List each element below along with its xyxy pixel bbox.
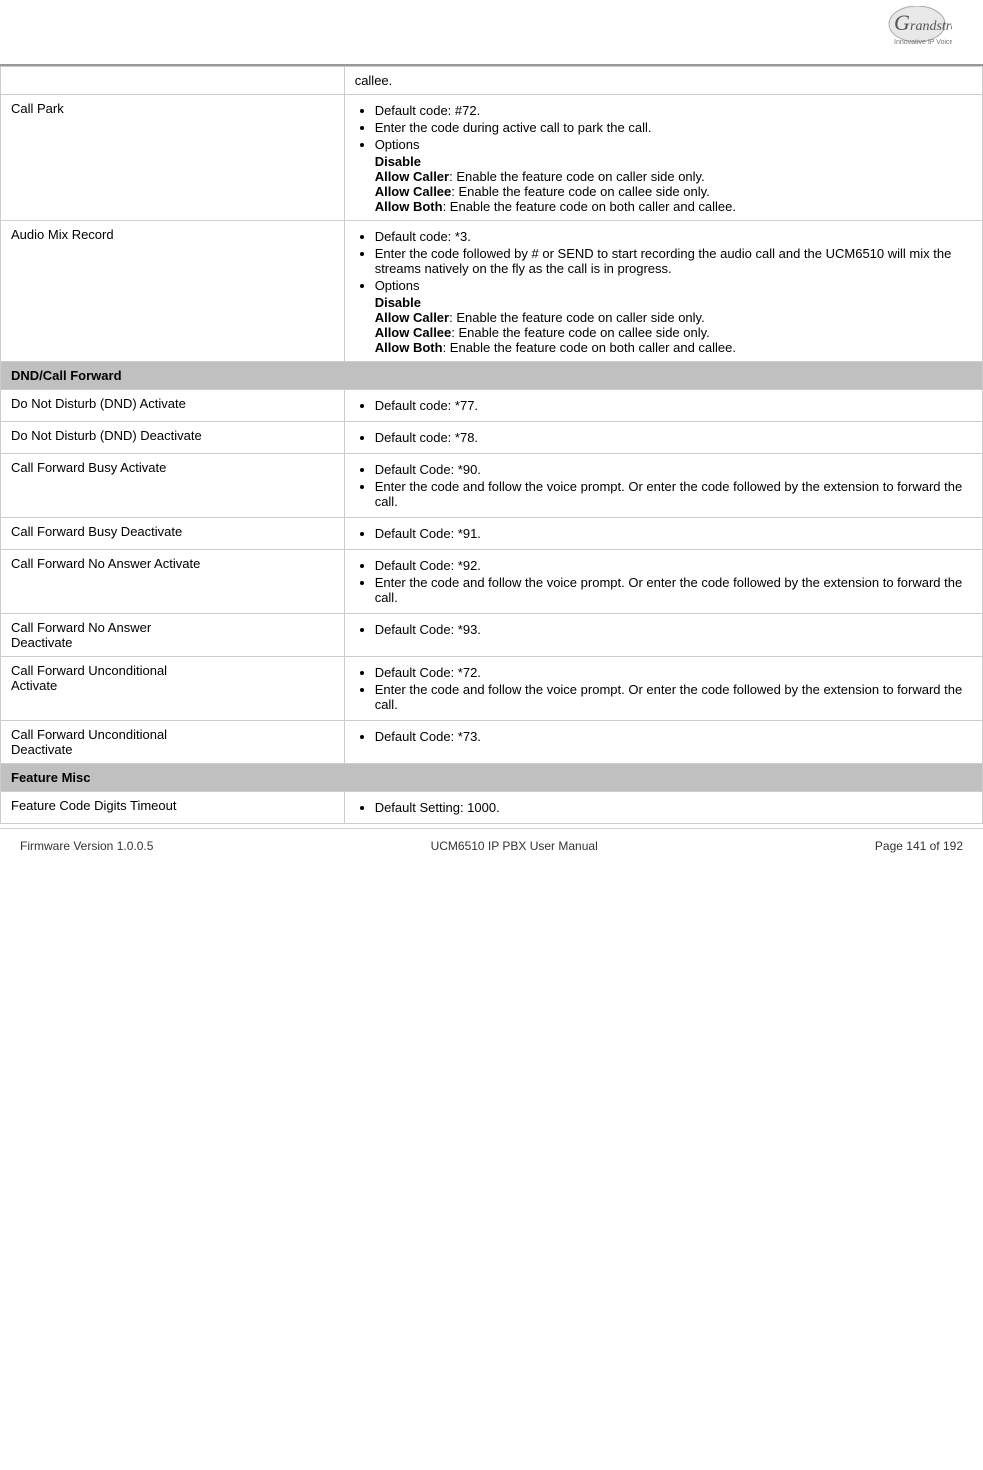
svg-text:randstream: randstream	[910, 19, 952, 34]
cf-noanswer-deactivate-bullet: Default Code: *93.	[375, 622, 972, 637]
cf-busy-activate-bullet-2: Enter the code and follow the voice prom…	[375, 479, 972, 509]
footer: Firmware Version 1.0.0.5 UCM6510 IP PBX …	[0, 828, 983, 863]
audio-mix-record-row: Audio Mix Record Default code: *3. Enter…	[1, 221, 983, 362]
cf-busy-deactivate-label: Call Forward Busy Deactivate	[1, 518, 345, 550]
audio-mix-bullet-1: Default code: *3.	[375, 229, 972, 244]
footer-manual: UCM6510 IP PBX User Manual	[431, 839, 598, 853]
cf-unconditional-activate-bullet-1: Default Code: *72.	[375, 665, 972, 680]
cf-busy-activate-bullet-1: Default Code: *90.	[375, 462, 972, 477]
cf-unconditional-deactivate-label: Call Forward UnconditionalDeactivate	[1, 721, 345, 764]
cf-unconditional-deactivate-row: Call Forward UnconditionalDeactivate Def…	[1, 721, 983, 764]
cf-unconditional-deactivate-bullet: Default Code: *73.	[375, 729, 972, 744]
footer-firmware: Firmware Version 1.0.0.5	[20, 839, 153, 853]
call-park-row: Call Park Default code: #72. Enter the c…	[1, 95, 983, 221]
svg-text:G: G	[894, 10, 910, 35]
cf-unconditional-activate-row: Call Forward UnconditionalActivate Defau…	[1, 657, 983, 721]
cf-busy-activate-label: Call Forward Busy Activate	[1, 454, 345, 518]
dnd-deactivate-row: Do Not Disturb (DND) Deactivate Default …	[1, 422, 983, 454]
cf-noanswer-deactivate-label: Call Forward No AnswerDeactivate	[1, 614, 345, 657]
call-park-content: Default code: #72. Enter the code during…	[344, 95, 982, 221]
cf-unconditional-deactivate-content: Default Code: *73.	[344, 721, 982, 764]
feature-misc-header-row: Feature Misc	[1, 764, 983, 792]
cf-busy-deactivate-content: Default Code: *91.	[344, 518, 982, 550]
footer-page: Page 141 of 192	[875, 839, 963, 853]
cf-busy-deactivate-bullet: Default Code: *91.	[375, 526, 972, 541]
dnd-section-header-row: DND/Call Forward	[1, 362, 983, 390]
cf-busy-activate-content: Default Code: *90. Enter the code and fo…	[344, 454, 982, 518]
cf-noanswer-activate-content: Default Code: *92. Enter the code and fo…	[344, 550, 982, 614]
cf-unconditional-activate-bullet-2: Enter the code and follow the voice prom…	[375, 682, 972, 712]
feature-timeout-bullet: Default Setting: 1000.	[375, 800, 972, 815]
callee-continuation-row: callee.	[1, 67, 983, 95]
audio-mix-options: Disable Allow Caller: Enable the feature…	[375, 295, 972, 355]
callee-text: callee.	[355, 73, 393, 88]
dnd-activate-content: Default code: *77.	[344, 390, 982, 422]
logo: G randstream Innovative IP Voice & Video	[827, 6, 957, 58]
cf-busy-deactivate-row: Call Forward Busy Deactivate Default Cod…	[1, 518, 983, 550]
dnd-deactivate-content: Default code: *78.	[344, 422, 982, 454]
dnd-section-header: DND/Call Forward	[1, 362, 983, 390]
dnd-deactivate-bullet: Default code: *78.	[375, 430, 972, 445]
main-table: callee. Call Park Default code: #72. Ent…	[0, 66, 983, 824]
dnd-activate-row: Do Not Disturb (DND) Activate Default co…	[1, 390, 983, 422]
cf-unconditional-activate-label: Call Forward UnconditionalActivate	[1, 657, 345, 721]
cf-noanswer-activate-bullet-2: Enter the code and follow the voice prom…	[375, 575, 972, 605]
logo-icon: G randstream Innovative IP Voice & Video	[832, 6, 952, 58]
callee-left-cell	[1, 67, 345, 95]
audio-mix-bullet-2: Enter the code followed by # or SEND to …	[375, 246, 972, 276]
dnd-deactivate-label: Do Not Disturb (DND) Deactivate	[1, 422, 345, 454]
cf-noanswer-activate-row: Call Forward No Answer Activate Default …	[1, 550, 983, 614]
call-park-label: Call Park	[1, 95, 345, 221]
call-park-bullet-3: Options	[375, 137, 972, 152]
call-park-bullet-2: Enter the code during active call to par…	[375, 120, 972, 135]
audio-mix-record-content: Default code: *3. Enter the code followe…	[344, 221, 982, 362]
feature-misc-header: Feature Misc	[1, 764, 983, 792]
audio-mix-record-label: Audio Mix Record	[1, 221, 345, 362]
cf-noanswer-activate-bullet-1: Default Code: *92.	[375, 558, 972, 573]
cf-unconditional-activate-content: Default Code: *72. Enter the code and fo…	[344, 657, 982, 721]
call-park-options: Disable Allow Caller: Enable the feature…	[375, 154, 972, 214]
cf-busy-activate-row: Call Forward Busy Activate Default Code:…	[1, 454, 983, 518]
cf-noanswer-activate-label: Call Forward No Answer Activate	[1, 550, 345, 614]
audio-mix-bullet-3: Options	[375, 278, 972, 293]
header: G randstream Innovative IP Voice & Video	[0, 0, 983, 66]
svg-text:Innovative IP Voice & Video: Innovative IP Voice & Video	[894, 39, 952, 46]
callee-right-cell: callee.	[344, 67, 982, 95]
dnd-activate-bullet: Default code: *77.	[375, 398, 972, 413]
feature-timeout-row: Feature Code Digits Timeout Default Sett…	[1, 792, 983, 824]
dnd-activate-label: Do Not Disturb (DND) Activate	[1, 390, 345, 422]
feature-timeout-label: Feature Code Digits Timeout	[1, 792, 345, 824]
feature-timeout-content: Default Setting: 1000.	[344, 792, 982, 824]
cf-noanswer-deactivate-row: Call Forward No AnswerDeactivate Default…	[1, 614, 983, 657]
cf-noanswer-deactivate-content: Default Code: *93.	[344, 614, 982, 657]
call-park-bullet-1: Default code: #72.	[375, 103, 972, 118]
